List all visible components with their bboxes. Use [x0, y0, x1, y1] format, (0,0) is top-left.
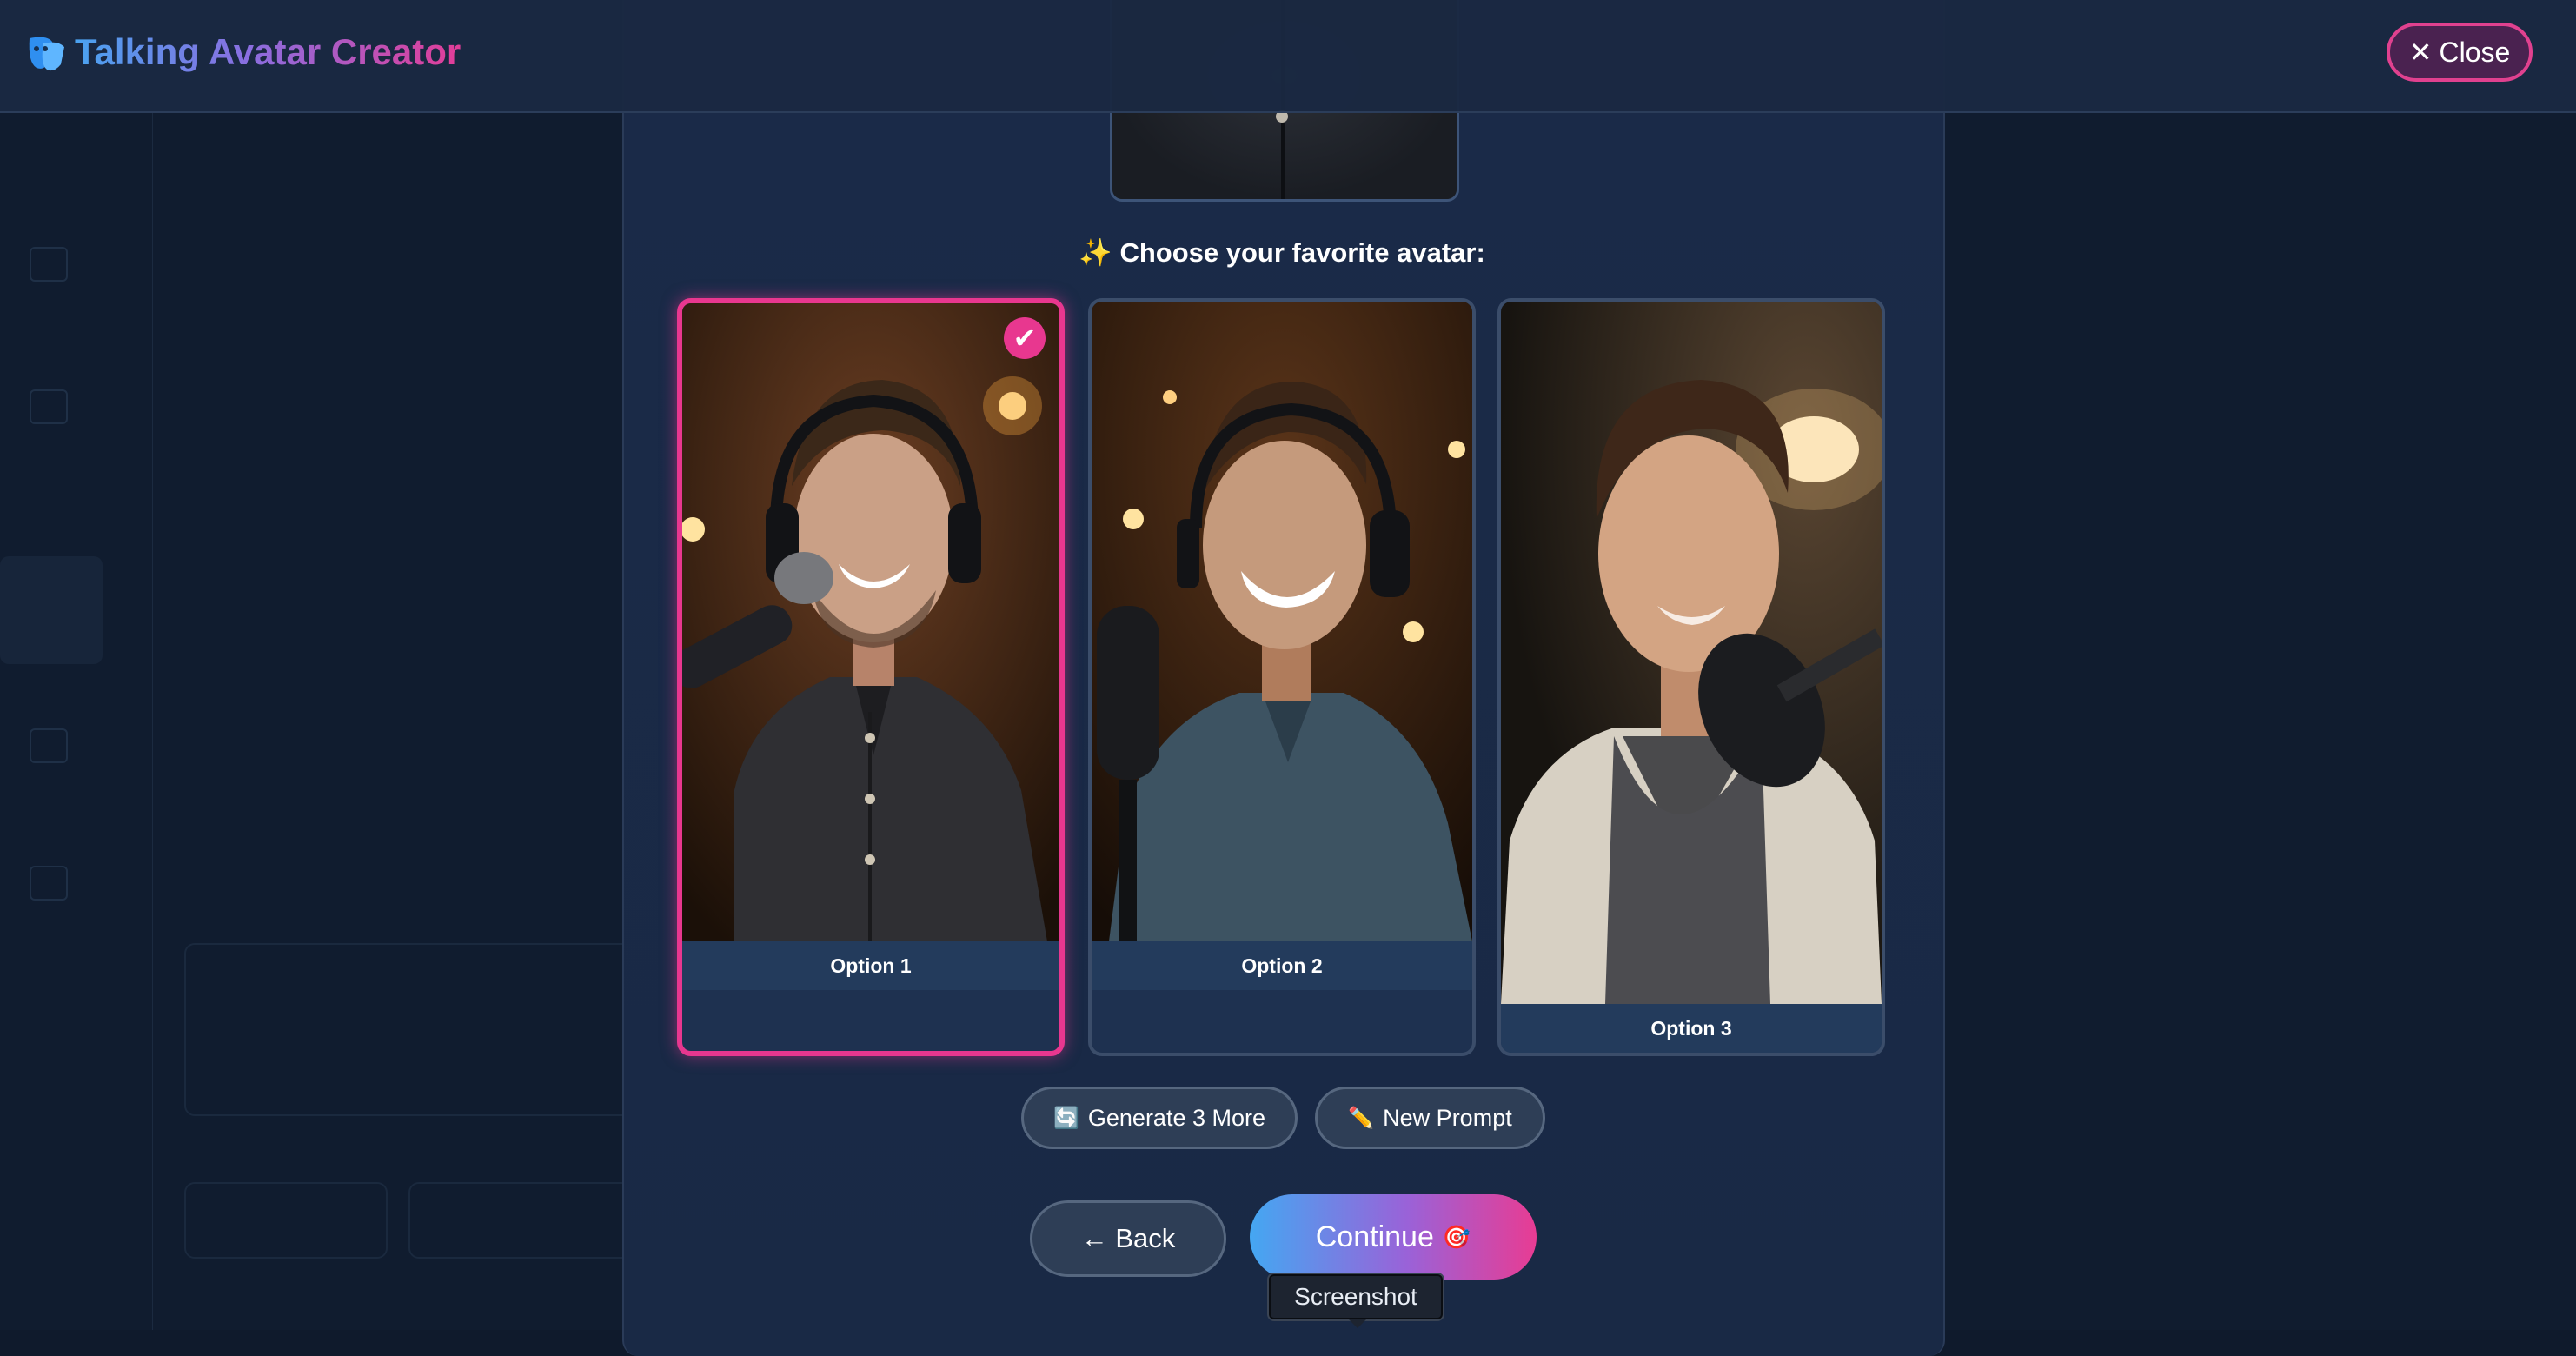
close-button[interactable]: ✕ Close: [2387, 23, 2533, 82]
new-prompt-button[interactable]: ✏️ New Prompt: [1315, 1087, 1545, 1149]
option-label: Option 1: [682, 941, 1059, 990]
avatar-option-1[interactable]: ✔ Option 1: [677, 298, 1065, 1056]
avatar-option-3[interactable]: Option 3: [1497, 298, 1885, 1056]
close-label: Close: [2439, 36, 2511, 68]
background-document-icon: [30, 247, 68, 282]
background-prompt-panel: [184, 943, 640, 1116]
avatar-photo-2: [1092, 302, 1472, 941]
picker-heading: ✨ Choose your favorite avatar:: [622, 236, 1942, 269]
app-title: Talking Avatar Creator: [75, 31, 461, 72]
background-avatar-icon: [30, 866, 68, 901]
close-icon: ✕: [2408, 37, 2433, 68]
generate-more-label: Generate 3 More: [1087, 1104, 1265, 1131]
continue-label: Continue: [1315, 1220, 1434, 1253]
background-option-pill: [184, 1182, 388, 1259]
background-active-tile: [0, 556, 103, 664]
avatar-option-2[interactable]: Option 2: [1088, 298, 1476, 1056]
screenshot-tooltip: Screenshot: [1269, 1274, 1443, 1328]
theater-masks-icon: [29, 37, 64, 71]
back-button[interactable]: ← Back: [1030, 1200, 1226, 1277]
background-image-icon: [30, 728, 68, 763]
background-option-pill: [408, 1182, 638, 1259]
tooltip-text: Screenshot: [1294, 1283, 1417, 1310]
back-label: ← Back: [1080, 1223, 1176, 1253]
avatar-photo-1: [682, 303, 1059, 941]
sparkles-icon: ✨: [1079, 237, 1112, 268]
selected-check-icon: ✔: [1004, 317, 1046, 359]
background-video-icon: [30, 389, 68, 424]
background-sidebar: [0, 111, 153, 1330]
picker-heading-text: Choose your favorite avatar:: [1119, 237, 1485, 268]
new-prompt-label: New Prompt: [1383, 1104, 1512, 1131]
option-label: Option 2: [1092, 941, 1472, 990]
pencil-icon: ✏️: [1348, 1106, 1375, 1130]
generate-more-button[interactable]: 🔄 Generate 3 More: [1021, 1087, 1298, 1149]
target-icon: 🎯: [1442, 1223, 1471, 1250]
app-header: Talking Avatar Creator ✕ Close: [0, 0, 2576, 113]
refresh-icon: 🔄: [1053, 1106, 1079, 1130]
continue-button[interactable]: Continue 🎯: [1250, 1194, 1537, 1280]
avatar-photo-3: [1501, 302, 1882, 1004]
option-label: Option 3: [1501, 1004, 1882, 1053]
